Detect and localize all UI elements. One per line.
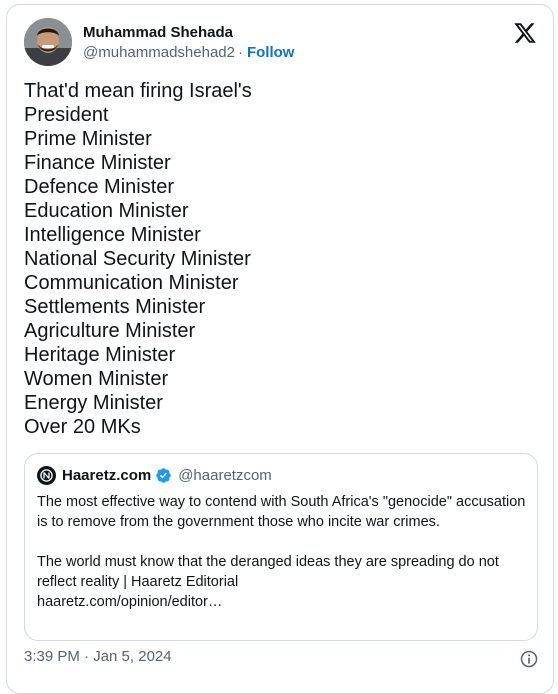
tweet-line: Women Minister: [24, 368, 169, 390]
tweet-text: That'd mean firing Israel's President Pr…: [24, 79, 524, 439]
tweet-line: Settlements Minister: [24, 296, 206, 318]
author-handle-row: @muhammadshehad2 · Follow: [83, 43, 294, 63]
quoted-tweet-body: The most effective way to contend with S…: [37, 492, 527, 612]
quoted-author-name: Haaretz.com: [62, 466, 152, 484]
quoted-paragraph: The world must know that the deranged id…: [37, 554, 499, 590]
haaretz-logo-icon: [37, 465, 56, 485]
separator-dot: ·: [237, 44, 243, 61]
tweet-line: Education Minister: [24, 200, 189, 222]
tweet-line: Prime Minister: [24, 128, 152, 150]
tweet-line: Communication Minister: [24, 272, 239, 294]
quoted-tweet[interactable]: Haaretz.com @haaretzcom The most effecti…: [24, 453, 538, 641]
follow-button[interactable]: Follow: [247, 44, 295, 61]
tweet-line: President: [24, 104, 109, 126]
tweet-line: Defence Minister: [24, 176, 175, 198]
tweet-line: National Security Minister: [24, 248, 251, 270]
info-icon[interactable]: [519, 649, 539, 669]
tweet-line: Intelligence Minister: [24, 224, 201, 246]
verified-badge-icon: [156, 467, 171, 483]
tweet-line: Agriculture Minister: [24, 320, 196, 342]
author-name[interactable]: Muhammad Shehada: [83, 23, 233, 43]
tweet-line: That'd mean firing Israel's: [24, 80, 252, 102]
x-logo-icon[interactable]: [513, 21, 537, 45]
quoted-paragraph: The most effective way to contend with S…: [37, 494, 526, 530]
quoted-author-handle: @haaretzcom: [178, 466, 272, 484]
tweet-line: Heritage Minister: [24, 344, 176, 366]
author-handle[interactable]: @muhammadshehad2: [83, 44, 235, 61]
avatar[interactable]: [24, 18, 72, 66]
tweet-line: Energy Minister: [24, 392, 163, 414]
timestamp[interactable]: 3:39 PM · Jan 5, 2024: [24, 647, 172, 667]
tweet-line: Finance Minister: [24, 152, 171, 174]
avatar-image: [24, 18, 72, 66]
tweet-line: Over 20 MKs: [24, 416, 141, 438]
tweet-card: Muhammad Shehada @muhammadshehad2 · Follow…: [6, 4, 554, 694]
quoted-link[interactable]: haaretz.com/opinion/editor…: [37, 592, 527, 612]
quoted-tweet-header: Haaretz.com @haaretzcom: [37, 465, 272, 485]
